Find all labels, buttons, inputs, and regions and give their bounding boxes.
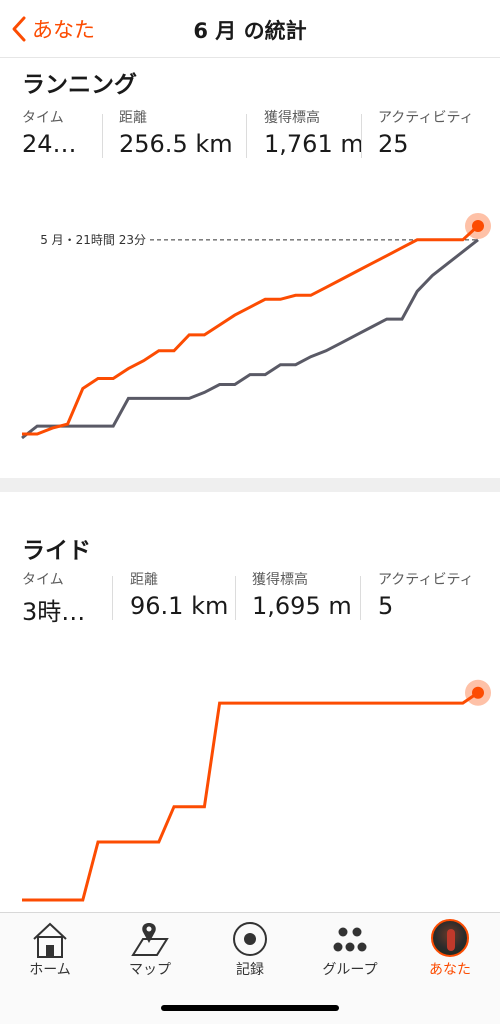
ride-section: ライド タイム 3時… 距離 96.1 km 獲得標高 1,695 m アクティ…	[0, 492, 500, 912]
stat-label: 距離	[130, 572, 158, 588]
section-separator	[0, 478, 500, 492]
current-month-line	[22, 691, 479, 902]
stat-label: 獲得標高	[252, 572, 308, 588]
running-section: ランニング タイム 24… 距離 256.5 km 獲得標高 1,761 m ア…	[0, 58, 500, 478]
reference-label: 5 月・21時間 23分	[40, 233, 146, 247]
tab-label: グループ	[322, 962, 378, 978]
ride-stat-time: タイム 3時…	[22, 569, 85, 627]
tab-label: マップ	[129, 962, 171, 978]
current-total-marker	[472, 686, 484, 699]
stat-value: 5	[378, 592, 394, 620]
map-icon	[131, 923, 169, 956]
tab-home[interactable]: ホーム	[0, 913, 100, 985]
current-total-marker	[472, 219, 484, 232]
home-icon	[33, 922, 67, 958]
ride-stat-elevation: 獲得標高 1,695 m	[252, 569, 352, 620]
stat-value: 256.5 km	[119, 130, 233, 158]
stat-divider	[360, 576, 361, 620]
tab-label: ホーム	[29, 962, 71, 978]
ride-stat-distance: 距離 96.1 km	[130, 569, 228, 620]
stat-value: 25	[378, 130, 409, 158]
stat-divider	[235, 576, 236, 620]
ride-chart	[0, 642, 500, 912]
ride-title: ライド	[22, 538, 91, 564]
tab-record[interactable]: 記録	[200, 913, 300, 985]
running-stat-elevation: 獲得標高 1,761 m	[264, 107, 364, 158]
stat-value: 3時…	[22, 598, 86, 626]
stat-label: 獲得標高	[264, 110, 320, 126]
nav-header: あなた 6 月 の統計	[0, 0, 500, 58]
ride-cumulative-chart	[22, 679, 491, 902]
record-icon	[233, 922, 267, 956]
stat-value: 24…	[22, 130, 77, 158]
stat-value: 1,761 m	[264, 130, 364, 158]
stat-label: タイム	[22, 110, 64, 126]
previous-month-line	[21, 238, 479, 440]
stat-value: 1,695 m	[252, 592, 352, 620]
current-month-line	[22, 224, 480, 436]
running-stat-distance: 距離 256.5 km	[119, 107, 233, 158]
stat-label: アクティビティ	[378, 110, 474, 126]
running-cumulative-chart: 5 月・21時間 23分	[21, 212, 491, 440]
running-stat-time: タイム 24…	[22, 107, 77, 158]
stat-label: タイム	[22, 572, 64, 588]
tab-label: あなた	[429, 962, 471, 978]
running-chart: 5 月・21時間 23分	[0, 188, 500, 478]
home-indicator	[161, 1005, 339, 1011]
stat-divider	[102, 114, 103, 158]
avatar	[431, 919, 469, 957]
stat-value: 96.1 km	[130, 592, 229, 620]
running-title: ランニング	[22, 72, 137, 98]
stat-label: アクティビティ	[378, 572, 474, 588]
page-title: 6 月 の統計	[193, 19, 307, 43]
ride-stat-activities: アクティビティ 5	[378, 569, 474, 620]
tab-you[interactable]: あなた	[400, 913, 500, 985]
tab-label: 記録	[236, 962, 264, 978]
stat-divider	[246, 114, 247, 158]
tab-map[interactable]: マップ	[100, 913, 200, 985]
stat-divider	[361, 114, 362, 158]
running-stat-activities: アクティビティ 25	[378, 107, 474, 158]
stat-label: 距離	[119, 110, 147, 126]
tab-groups[interactable]: グループ	[300, 913, 400, 985]
stat-divider	[112, 576, 113, 620]
groups-icon	[333, 927, 367, 952]
